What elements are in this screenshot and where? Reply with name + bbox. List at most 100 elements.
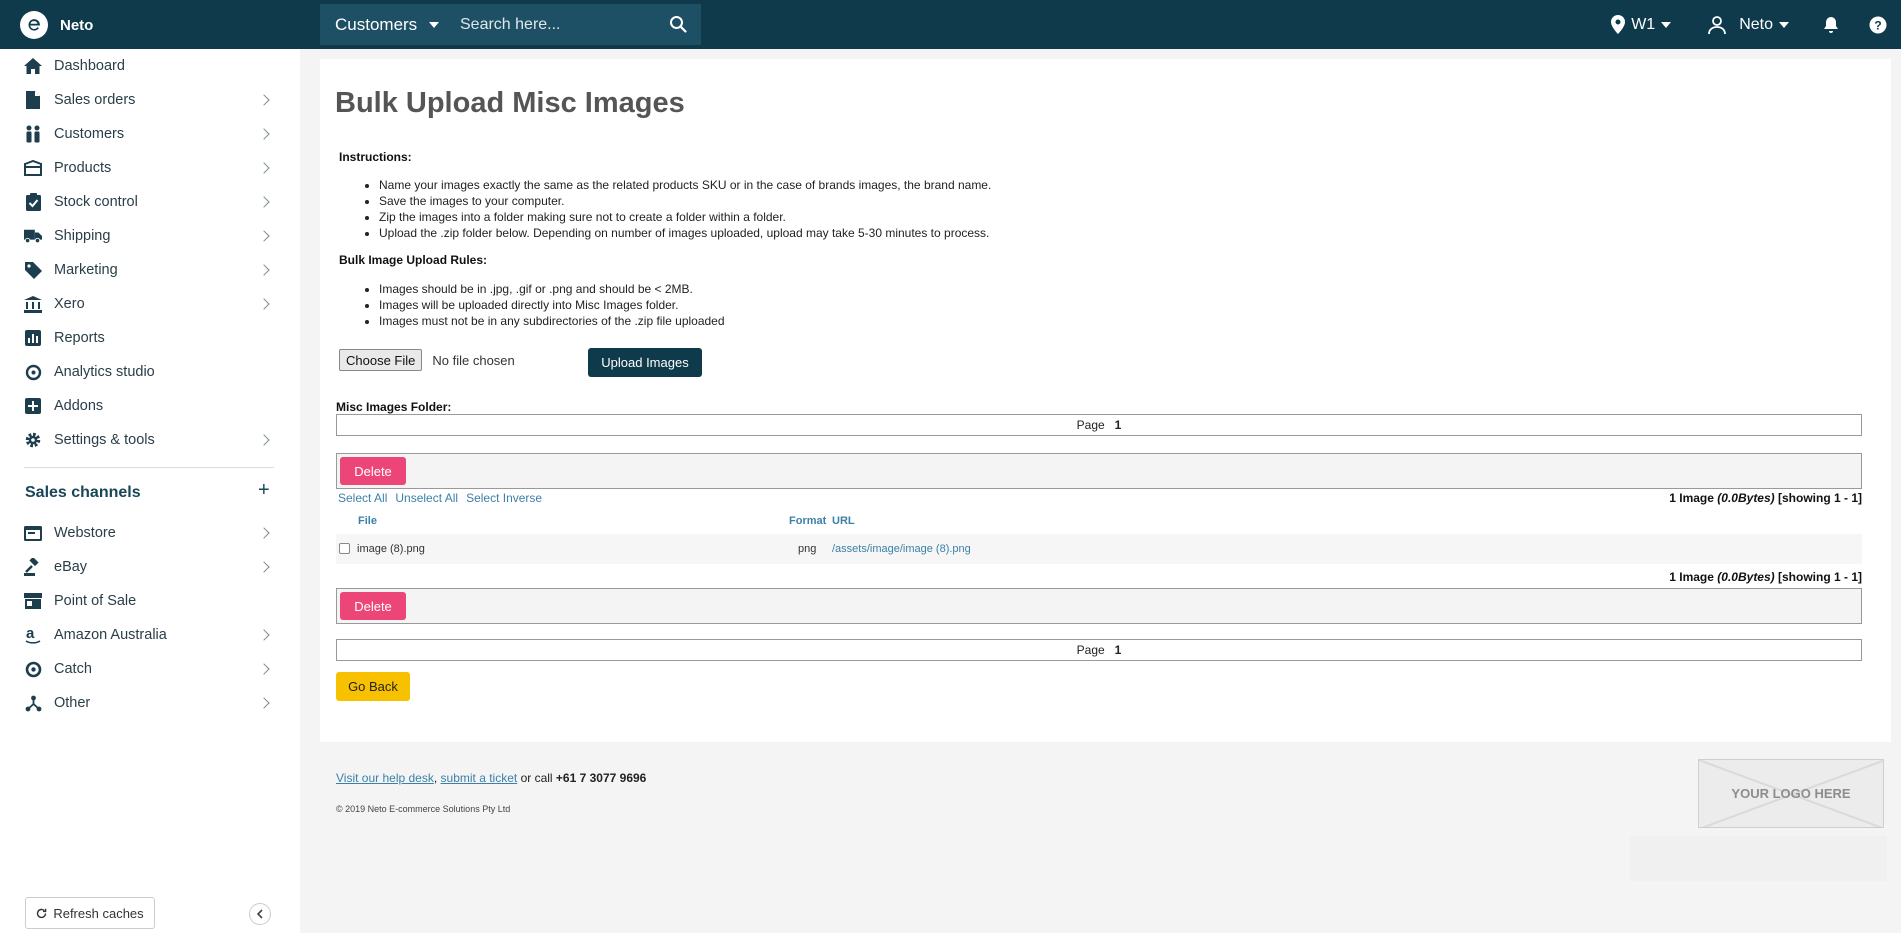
page-title: Bulk Upload Misc Images bbox=[335, 87, 685, 119]
main-panel: Bulk Upload Misc Images Instructions: Na… bbox=[320, 59, 1891, 742]
sales-channels-heading: Sales channels bbox=[25, 484, 141, 501]
sidebar-item-other[interactable]: Other bbox=[0, 686, 300, 720]
choose-file-button[interactable]: Choose File bbox=[339, 349, 423, 371]
gear-icon bbox=[24, 431, 42, 449]
list-item: Zip the images into a folder making sure… bbox=[379, 209, 991, 225]
page-number[interactable]: 1 bbox=[1115, 418, 1122, 432]
sidebar-item-settings-tools[interactable]: Settings & tools bbox=[0, 423, 300, 457]
sidebar-item-label: Sales orders bbox=[54, 92, 136, 108]
sidebar-item-dashboard[interactable]: Dashboard bbox=[0, 49, 300, 83]
caret-down-icon bbox=[1661, 21, 1672, 28]
sidebar-item-products[interactable]: Products bbox=[0, 151, 300, 185]
phone-number: +61 7 3077 9696 bbox=[555, 771, 647, 785]
chevron-right-icon bbox=[258, 162, 270, 174]
go-back-button[interactable]: Go Back bbox=[336, 672, 410, 701]
document-icon bbox=[24, 91, 42, 109]
pagination-top: Page 1 bbox=[336, 414, 1862, 436]
sidebar-item-label: Customers bbox=[54, 126, 125, 142]
sidebar-item-ebay[interactable]: eBay bbox=[0, 550, 300, 584]
copyright: © 2019 Neto E-commerce Solutions Pty Ltd bbox=[336, 804, 511, 814]
delete-button[interactable]: Delete bbox=[340, 592, 406, 620]
sidebar-item-shipping[interactable]: Shipping bbox=[0, 219, 300, 253]
list-item: Images must not be in any subdirectories… bbox=[379, 313, 725, 329]
sidebar-item-label: Marketing bbox=[54, 262, 118, 278]
user-label: Neto bbox=[1739, 15, 1773, 33]
image-count-top: 1 Image (0.0Bytes) [showing 1 - 1] bbox=[1669, 491, 1862, 505]
sidebar-item-analytics-studio[interactable]: Analytics studio bbox=[0, 355, 300, 389]
caret-down-icon bbox=[1779, 21, 1789, 28]
search-icon[interactable] bbox=[669, 15, 687, 38]
file-url-link[interactable]: /assets/image/image (8).png bbox=[832, 543, 971, 555]
logo-placeholder-text: YOUR LOGO HERE bbox=[1731, 786, 1851, 801]
svg-text:?: ? bbox=[1874, 18, 1881, 32]
neto-logo-icon bbox=[20, 11, 48, 39]
delete-button[interactable]: Delete bbox=[340, 457, 406, 485]
instructions-list: Name your images exactly the same as the… bbox=[379, 177, 991, 241]
column-header-format[interactable]: Format bbox=[789, 515, 826, 527]
help-button[interactable]: ? bbox=[1869, 16, 1887, 34]
search-scope-dropdown[interactable]: Customers bbox=[320, 15, 455, 35]
sidebar-item-xero[interactable]: Xero bbox=[0, 287, 300, 321]
row-checkbox[interactable] bbox=[339, 543, 350, 554]
list-item: Upload the .zip folder below. Depending … bbox=[379, 225, 991, 241]
sidebar-item-marketing[interactable]: Marketing bbox=[0, 253, 300, 287]
footer-help: Visit our help desk, submit a ticket or … bbox=[336, 771, 647, 785]
sidebar-item-label: Shipping bbox=[54, 228, 111, 244]
chevron-right-icon bbox=[258, 629, 270, 641]
column-header-file[interactable]: File bbox=[358, 515, 377, 527]
sidebar-item-customers[interactable]: Customers bbox=[0, 117, 300, 151]
rules-list: Images should be in .jpg, .gif or .png a… bbox=[379, 281, 725, 329]
sidebar-item-reports[interactable]: Reports bbox=[0, 321, 300, 355]
refresh-caches-button[interactable]: Refresh caches bbox=[25, 897, 155, 929]
chevron-right-icon bbox=[258, 527, 270, 539]
count-prefix: 1 Image bbox=[1669, 570, 1714, 584]
file-status-text: No file chosen bbox=[432, 352, 515, 368]
notifications-button[interactable] bbox=[1823, 16, 1839, 34]
help-desk-link[interactable]: Visit our help desk bbox=[336, 771, 434, 785]
brand[interactable]: Neto bbox=[20, 11, 93, 39]
sidebar-item-sales-orders[interactable]: Sales orders bbox=[0, 83, 300, 117]
share-icon bbox=[24, 694, 42, 712]
location-dropdown[interactable]: W1 bbox=[1611, 15, 1672, 34]
upload-images-button[interactable]: Upload Images bbox=[588, 348, 702, 377]
home-icon bbox=[24, 57, 42, 75]
count-prefix: 1 Image bbox=[1669, 491, 1714, 505]
sidebar-item-label: eBay bbox=[54, 559, 88, 575]
column-header-url[interactable]: URL bbox=[832, 515, 855, 527]
sidebar-item-webstore[interactable]: Webstore bbox=[0, 516, 300, 550]
count-showing: [showing 1 - 1] bbox=[1778, 491, 1862, 505]
file-name: image (8).png bbox=[357, 543, 425, 555]
image-count-bottom: 1 Image (0.0Bytes) [showing 1 - 1] bbox=[1669, 570, 1862, 584]
sidebar-item-catch[interactable]: Catch bbox=[0, 652, 300, 686]
chevron-right-icon bbox=[258, 663, 270, 675]
sidebar-item-label: Other bbox=[54, 695, 91, 711]
chevron-right-icon bbox=[258, 561, 270, 573]
user-menu[interactable]: Neto bbox=[1707, 15, 1789, 35]
sidebar-item-label: Webstore bbox=[54, 525, 116, 541]
sidebar-item-stock-control[interactable]: Stock control bbox=[0, 185, 300, 219]
instructions-heading: Instructions: bbox=[339, 150, 412, 164]
add-channel-button[interactable]: + bbox=[258, 479, 270, 502]
bar-chart-icon bbox=[24, 329, 42, 347]
collapse-sidebar-button[interactable] bbox=[249, 903, 271, 925]
count-showing: [showing 1 - 1] bbox=[1778, 570, 1862, 584]
location-label: W1 bbox=[1631, 15, 1656, 33]
svg-text:a: a bbox=[26, 626, 35, 642]
bank-icon bbox=[24, 295, 42, 313]
search-input[interactable] bbox=[460, 15, 650, 34]
select-inverse-link[interactable]: Select Inverse bbox=[466, 491, 542, 505]
top-navbar: Neto Customers W1 Neto ? bbox=[0, 0, 1901, 49]
selection-links: Select All Unselect All Select Inverse bbox=[338, 491, 542, 505]
unselect-all-link[interactable]: Unselect All bbox=[395, 491, 458, 505]
sidebar-item-label: Addons bbox=[54, 398, 104, 414]
analytics-icon bbox=[24, 363, 42, 381]
chevron-right-icon bbox=[258, 264, 270, 276]
select-all-link[interactable]: Select All bbox=[338, 491, 387, 505]
sidebar-item-point-of-sale[interactable]: Point of Sale bbox=[0, 584, 300, 618]
count-size: (0.0Bytes) bbox=[1717, 491, 1775, 505]
submit-ticket-link[interactable]: submit a ticket bbox=[441, 771, 518, 785]
sidebar-item-addons[interactable]: Addons bbox=[0, 389, 300, 423]
sidebar-item-amazon-australia[interactable]: a Amazon Australia bbox=[0, 618, 300, 652]
page-number[interactable]: 1 bbox=[1115, 643, 1122, 657]
sidebar-item-label: Products bbox=[54, 160, 112, 176]
